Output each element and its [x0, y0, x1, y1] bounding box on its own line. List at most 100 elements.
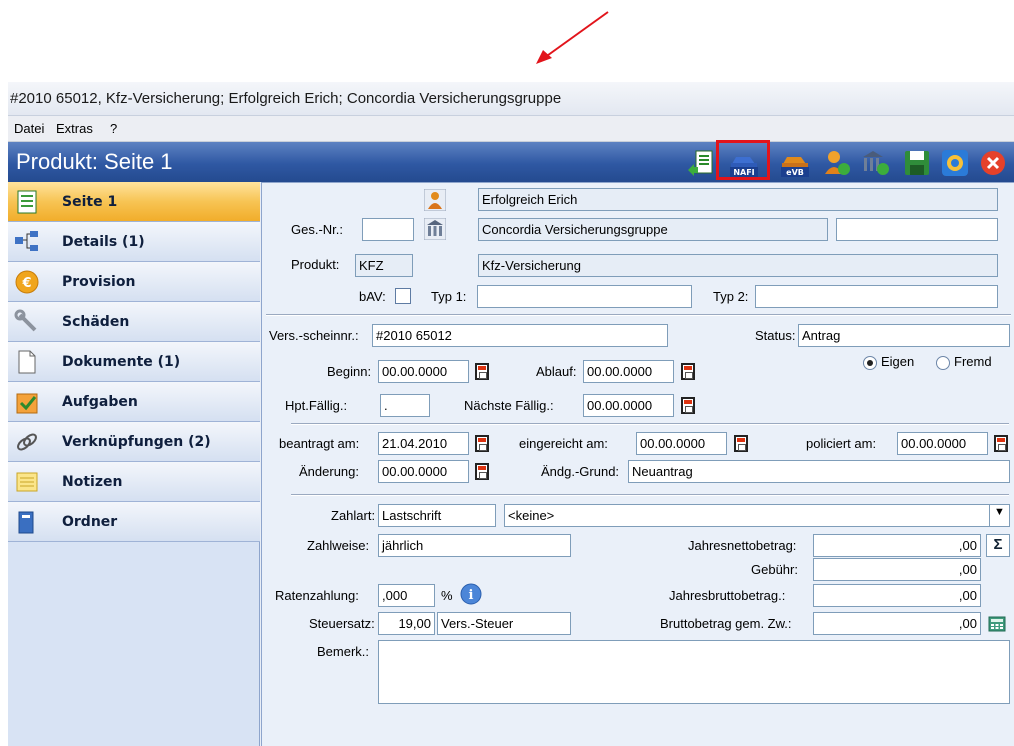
status-field[interactable]: Antrag: [798, 324, 1010, 347]
naechste-calendar-icon[interactable]: [681, 397, 695, 414]
sidebar-item-notizen[interactable]: Notizen: [8, 462, 260, 502]
steuersatz-label: Steuersatz:: [309, 616, 375, 631]
typ1-field[interactable]: [477, 285, 692, 308]
typ2-label: Typ 2:: [713, 289, 749, 304]
bav-checkbox[interactable]: [395, 288, 411, 304]
naechste-label: Nächste Fällig.:: [464, 398, 554, 413]
divider: [266, 314, 1011, 316]
evb-button[interactable]: eVB: [780, 148, 810, 178]
percent-sign: %: [441, 588, 453, 603]
calculator-icon[interactable]: [988, 616, 1006, 632]
sidebar-item-aufgaben[interactable]: Aufgaben: [8, 382, 260, 422]
jahresnetto-field[interactable]: ,00: [813, 534, 981, 557]
eigen-radio[interactable]: [863, 356, 877, 370]
sidebar-item-label: Dokumente (1): [62, 354, 181, 370]
policiert-field[interactable]: 00.00.0000: [897, 432, 988, 455]
app-window: #2010 65012, Kfz-Versicherung; Erfolgrei…: [8, 82, 1014, 746]
beginn-label: Beginn:: [327, 364, 372, 379]
ablauf-field[interactable]: 00.00.0000: [583, 360, 674, 383]
divider: [291, 494, 1009, 496]
close-button[interactable]: [978, 148, 1008, 178]
sidebar-item-label: Provision: [62, 274, 136, 290]
sidebar-item-details[interactable]: Details (1): [8, 222, 260, 262]
sidebar-item-ordner[interactable]: Ordner: [8, 502, 260, 542]
divider: [291, 423, 1009, 425]
beantragt-field[interactable]: 21.04.2010: [378, 432, 469, 455]
hpt-field[interactable]: .: [380, 394, 430, 417]
zahlart-select[interactable]: <keine>: [504, 504, 990, 527]
gebuehr-label: Gebühr:: [751, 562, 798, 577]
eingereicht-field[interactable]: 00.00.0000: [636, 432, 727, 455]
aenderung-field[interactable]: 00.00.0000: [378, 460, 469, 483]
beantragt-label: beantragt am:: [279, 436, 360, 451]
ablauf-calendar-icon[interactable]: [681, 363, 695, 380]
window-titlebar: #2010 65012, Kfz-Versicherung; Erfolgrei…: [8, 82, 1014, 116]
fremd-radio[interactable]: [936, 356, 950, 370]
beantragt-calendar-icon[interactable]: [475, 435, 489, 452]
annotation-arrow: [536, 11, 609, 64]
sidebar-item-verknuepfungen[interactable]: Verknüpfungen (2): [8, 422, 260, 462]
bruttogem-field[interactable]: ,00: [813, 612, 981, 635]
ges-nr-field[interactable]: [362, 218, 414, 241]
sigma-icon[interactable]: Σ: [986, 534, 1010, 557]
steuer-name-field[interactable]: Vers.-Steuer: [437, 612, 571, 635]
company-extra-field[interactable]: [836, 218, 998, 241]
zahlart-field[interactable]: Lastschrift: [378, 504, 496, 527]
svg-text:€: €: [21, 276, 31, 291]
policiert-calendar-icon[interactable]: [994, 435, 1008, 452]
company-field[interactable]: Concordia Versicherungsgruppe: [478, 218, 828, 241]
ratenzahlung-field[interactable]: ,000: [378, 584, 435, 607]
sidebar-item-label: Details (1): [62, 234, 145, 250]
bemerk-textarea[interactable]: [378, 640, 1010, 704]
jahresbrutto-field[interactable]: ,00: [813, 584, 981, 607]
eingereicht-calendar-icon[interactable]: [734, 435, 748, 452]
sidebar-item-label: Aufgaben: [62, 394, 138, 410]
beginn-field[interactable]: 00.00.0000: [378, 360, 469, 383]
naechste-field[interactable]: 00.00.0000: [583, 394, 674, 417]
folder-icon: [18, 511, 34, 534]
info-icon[interactable]: i: [460, 583, 482, 605]
person-icon[interactable]: [424, 189, 446, 211]
sidebar-item-seite-1[interactable]: Seite 1: [8, 182, 260, 222]
sidebar-item-schaeden[interactable]: Schäden: [8, 302, 260, 342]
sidebar-item-provision[interactable]: € Provision: [8, 262, 260, 302]
sidebar-item-label: Schäden: [62, 314, 130, 330]
save-button[interactable]: [902, 148, 932, 178]
steuersatz-field[interactable]: 19,00: [378, 612, 435, 635]
produkt-name-field[interactable]: Kfz-Versicherung: [478, 254, 998, 277]
person-export-button[interactable]: [822, 148, 852, 178]
car-evb-icon: eVB: [781, 157, 809, 177]
bemerk-label: Bemerk.:: [317, 644, 370, 659]
menu-extras[interactable]: Extras: [56, 121, 93, 136]
svg-text:eVB: eVB: [786, 168, 804, 177]
aendgrund-field[interactable]: Neuantrag: [628, 460, 1010, 483]
beginn-calendar-icon[interactable]: [475, 363, 489, 380]
link-icon: [17, 433, 37, 451]
save-icon: [905, 151, 929, 175]
sidebar: Seite 1 Details (1) € Provision Schäden …: [8, 182, 260, 746]
document-export-icon: [688, 150, 713, 176]
main-panel: Erfolgreich Erich Ges.-Nr.: Concordia Ve…: [261, 182, 1014, 746]
company-export-button[interactable]: [860, 148, 890, 178]
menu-datei[interactable]: Datei: [14, 121, 44, 136]
euro-coin-icon: €: [15, 270, 39, 294]
customer-field[interactable]: Erfolgreich Erich: [478, 188, 998, 211]
produkt-code-field[interactable]: KFZ: [355, 254, 413, 277]
typ2-field[interactable]: [755, 285, 998, 308]
vsnr-field[interactable]: #2010 65012: [372, 324, 668, 347]
menu-help[interactable]: ?: [110, 121, 117, 136]
notes-icon: [16, 472, 38, 492]
building-icon[interactable]: [424, 218, 446, 240]
aenderung-calendar-icon[interactable]: [475, 463, 489, 480]
aendgrund-label: Ändg.-Grund:: [541, 464, 620, 479]
ablauf-label: Ablauf:: [536, 364, 577, 379]
produkt-label: Produkt:: [291, 257, 340, 272]
chevron-down-icon[interactable]: ▼: [989, 504, 1010, 527]
nafi-highlight-box: [716, 140, 770, 180]
zahlweise-field[interactable]: jährlich: [378, 534, 571, 557]
sidebar-item-dokumente[interactable]: Dokumente (1): [8, 342, 260, 382]
export-document-button[interactable]: [686, 148, 716, 178]
ges-nr-label: Ges.-Nr.:: [291, 222, 344, 237]
refresh-button[interactable]: [940, 148, 970, 178]
gebuehr-field[interactable]: ,00: [813, 558, 981, 581]
